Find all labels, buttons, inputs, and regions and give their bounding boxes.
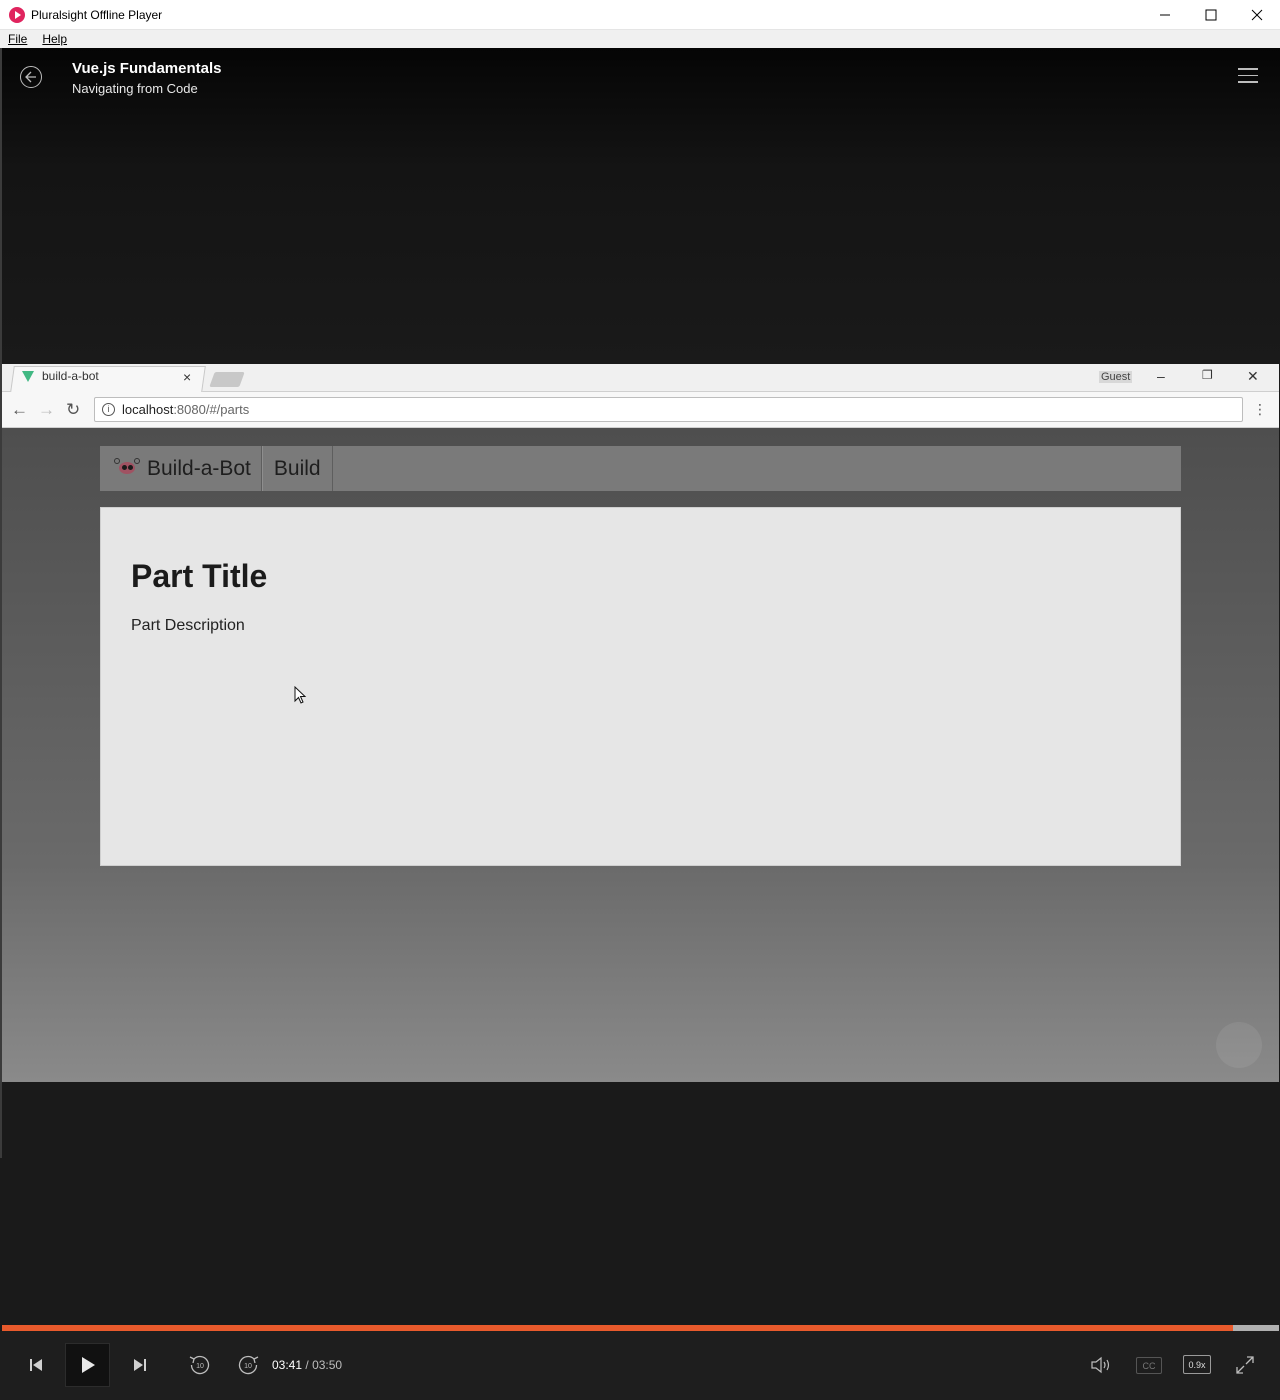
url-host: localhost bbox=[122, 402, 174, 417]
time-display: 03:41 / 03:50 bbox=[272, 1358, 342, 1372]
site-brand-name: Build-a-Bot bbox=[147, 456, 251, 480]
play-icon bbox=[81, 1357, 95, 1373]
menu-file[interactable]: File bbox=[0, 32, 34, 46]
fullscreen-icon bbox=[1236, 1356, 1254, 1374]
current-time: 03:41 bbox=[272, 1358, 303, 1372]
minimize-button[interactable] bbox=[1142, 0, 1188, 30]
part-description: Part Description bbox=[131, 617, 245, 634]
window-title-bar: Pluralsight Offline Player bbox=[0, 0, 1280, 30]
maximize-button[interactable] bbox=[1188, 0, 1234, 30]
maximize-icon bbox=[1205, 9, 1217, 21]
browser-restore-icon: ❐ bbox=[1202, 368, 1213, 382]
volume-icon bbox=[1091, 1356, 1110, 1374]
browser-menu-icon: ⋮ bbox=[1253, 401, 1267, 417]
window-title: Pluralsight Offline Player bbox=[31, 7, 163, 22]
vue-logo-icon bbox=[22, 370, 34, 382]
rewind-10-button[interactable]: 10 bbox=[188, 1353, 212, 1377]
address-bar: i localhost:8080/#/parts bbox=[94, 397, 1243, 422]
close-button[interactable] bbox=[1234, 0, 1280, 30]
browser-minimize-icon: – bbox=[1157, 368, 1165, 384]
clip-title: Navigating from Code bbox=[72, 81, 198, 96]
arrow-left-icon bbox=[25, 71, 36, 83]
rewind-icon: 10 bbox=[189, 1355, 210, 1375]
duration: 03:50 bbox=[312, 1358, 343, 1372]
pluralsight-app-icon bbox=[9, 6, 25, 23]
play-button[interactable] bbox=[65, 1343, 110, 1387]
back-button[interactable] bbox=[20, 66, 42, 88]
hamburger-icon bbox=[1238, 68, 1258, 70]
browser-back-icon: ← bbox=[11, 400, 28, 419]
part-title: Part Title bbox=[131, 558, 268, 594]
browser-reload-icon: ↻ bbox=[66, 400, 81, 419]
skip-next-icon bbox=[134, 1359, 146, 1371]
playback-speed-button[interactable]: 0.9x bbox=[1183, 1355, 1211, 1374]
table-of-contents-button[interactable] bbox=[1238, 68, 1258, 84]
new-tab-icon bbox=[209, 372, 245, 387]
browser-forward-icon: → bbox=[38, 400, 55, 419]
previous-clip-button[interactable] bbox=[26, 1355, 46, 1375]
mouse-cursor-icon bbox=[294, 686, 307, 704]
course-title: Vue.js Fundamentals bbox=[72, 60, 222, 77]
minimize-icon bbox=[1160, 14, 1170, 16]
time-separator: / bbox=[305, 1358, 309, 1372]
volume-button[interactable] bbox=[1089, 1354, 1113, 1376]
forward-10-button[interactable]: 10 bbox=[236, 1353, 260, 1377]
svg-text:10: 10 bbox=[196, 1363, 204, 1370]
next-clip-button[interactable] bbox=[130, 1355, 150, 1375]
browser-tab-title: build-a-bot bbox=[42, 369, 99, 383]
browser-toolbar: ← → ↻ i localhost:8080/#/parts ⋮ bbox=[2, 392, 1279, 428]
player-controls: 10 10 03:41 / 03:50 CC 0.9x bbox=[0, 1331, 1280, 1400]
captions-button[interactable]: CC bbox=[1136, 1357, 1162, 1374]
info-icon: i bbox=[102, 403, 115, 416]
browser-tab-content: build-a-bot bbox=[22, 369, 99, 383]
url-path: :8080/#/parts bbox=[173, 402, 250, 417]
pluralsight-watermark-icon bbox=[1216, 1022, 1262, 1068]
window-controls bbox=[1142, 0, 1280, 30]
svg-text:10: 10 bbox=[244, 1363, 252, 1370]
fullscreen-button[interactable] bbox=[1235, 1355, 1255, 1375]
skip-previous-icon bbox=[30, 1359, 42, 1371]
profile-badge: Guest bbox=[1099, 371, 1133, 383]
menu-help[interactable]: Help bbox=[34, 32, 74, 46]
fast-forward-icon: 10 bbox=[238, 1355, 259, 1375]
browser-tab-bar: build-a-bot × Guest – ❐ ✕ bbox=[2, 364, 1279, 392]
browser-close-icon: ✕ bbox=[1247, 368, 1259, 384]
menu-bar: File Help bbox=[0, 30, 1280, 48]
robot-logo-icon bbox=[112, 457, 142, 480]
site-header: Build-a-Bot Build bbox=[100, 446, 1181, 491]
tab-close-icon: × bbox=[183, 369, 192, 385]
video-frame[interactable]: build-a-bot × Guest – ❐ ✕ ← → ↻ i localh… bbox=[2, 364, 1279, 1082]
site-brand: Build-a-Bot bbox=[100, 446, 262, 491]
part-card: Part Title Part Description bbox=[100, 507, 1181, 866]
close-icon bbox=[1251, 9, 1263, 21]
nav-build-link: Build bbox=[261, 446, 333, 491]
